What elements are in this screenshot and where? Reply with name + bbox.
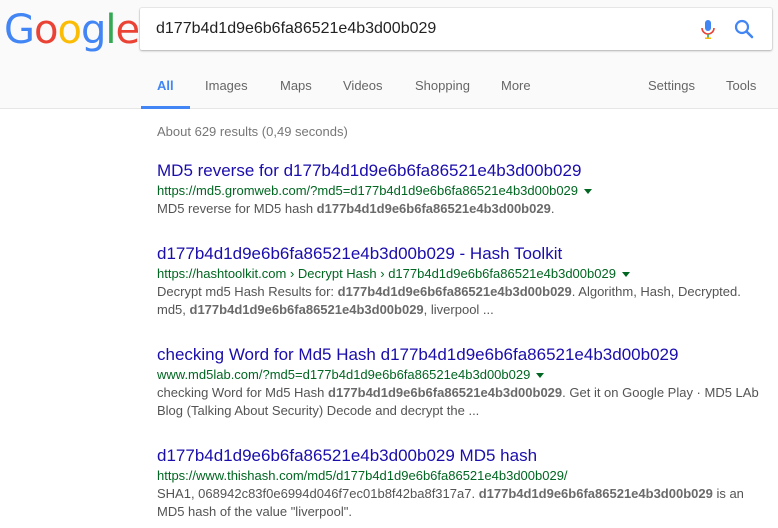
result-title-link[interactable]: d177b4d1d9e6b6fa86521e4b3d00b029 - Hash … (157, 243, 767, 265)
magnifier-icon[interactable] (732, 17, 756, 41)
logo-letter: g (80, 7, 106, 53)
dropdown-caret-icon[interactable] (621, 272, 630, 278)
search-result: d177b4d1d9e6b6fa86521e4b3d00b029 - Hash … (157, 243, 767, 319)
result-stats: About 629 results (0,49 seconds) (157, 124, 348, 139)
tab-all[interactable]: All (141, 78, 189, 109)
result-url-text[interactable]: https://www.thishash.com/md5/d177b4d1d9e… (157, 468, 568, 483)
search-tabs: All Images Maps Videos Shopping More Set… (0, 70, 778, 109)
search-result: MD5 reverse for d177b4d1d9e6b6fa86521e4b… (157, 160, 767, 218)
snippet-text: SHA1, 068942c83f0e6994d046f7ec01b8f42ba8… (157, 486, 479, 501)
google-logo[interactable]: Google (4, 6, 140, 54)
result-snippet: SHA1, 068942c83f0e6994d046f7ec01b8f42ba8… (157, 485, 767, 521)
tab-settings[interactable]: Settings (648, 78, 695, 108)
tab-more[interactable]: More (501, 78, 531, 108)
result-url: https://hashtoolkit.com › Decrypt Hash ›… (157, 265, 767, 283)
snippet-bold: d177b4d1d9e6b6fa86521e4b3d00b029 (316, 201, 551, 216)
snippet-text: , liverpool ... (423, 302, 494, 317)
snippet-text: Decrypt md5 Hash Results for: (157, 284, 338, 299)
snippet-bold: d177b4d1d9e6b6fa86521e4b3d00b029 (189, 302, 424, 317)
dropdown-caret-icon[interactable] (536, 373, 545, 379)
result-title-link[interactable]: checking Word for Md5 Hash d177b4d1d9e6b… (157, 344, 767, 366)
result-url: https://www.thishash.com/md5/d177b4d1d9e… (157, 467, 767, 485)
result-snippet: MD5 reverse for MD5 hash d177b4d1d9e6b6f… (157, 200, 767, 218)
search-input[interactable] (156, 8, 676, 50)
result-snippet: Decrypt md5 Hash Results for: d177b4d1d9… (157, 283, 767, 319)
result-title-link[interactable]: MD5 reverse for d177b4d1d9e6b6fa86521e4b… (157, 160, 767, 182)
search-result: d177b4d1d9e6b6fa86521e4b3d00b029 MD5 has… (157, 445, 767, 521)
tab-shopping[interactable]: Shopping (415, 78, 470, 108)
header-bar: Google All Images Maps Videos Shopping M… (0, 0, 778, 109)
tab-tools[interactable]: Tools (726, 78, 756, 108)
result-url-text[interactable]: https://md5.gromweb.com/?md5=d177b4d1d9e… (157, 183, 578, 198)
logo-letter: o (57, 7, 82, 53)
result-url: www.md5lab.com/?md5=d177b4d1d9e6b6fa8652… (157, 366, 767, 384)
result-url-text[interactable]: https://hashtoolkit.com › Decrypt Hash ›… (157, 266, 616, 281)
result-snippet: checking Word for Md5 Hash d177b4d1d9e6b… (157, 384, 767, 420)
snippet-bold: d177b4d1d9e6b6fa86521e4b3d00b029 (337, 284, 572, 299)
logo-letter: G (4, 7, 35, 53)
dropdown-caret-icon[interactable] (584, 189, 593, 195)
result-url-text[interactable]: www.md5lab.com/?md5=d177b4d1d9e6b6fa8652… (157, 367, 530, 382)
search-box (140, 8, 772, 50)
snippet-bold: d177b4d1d9e6b6fa86521e4b3d00b029 (478, 486, 713, 501)
tab-maps[interactable]: Maps (280, 78, 312, 108)
result-url: https://md5.gromweb.com/?md5=d177b4d1d9e… (157, 182, 767, 200)
logo-letter: e (115, 7, 140, 53)
snippet-bold: d177b4d1d9e6b6fa86521e4b3d00b029 (328, 385, 563, 400)
tab-videos[interactable]: Videos (343, 78, 383, 108)
microphone-icon[interactable] (696, 17, 720, 41)
logo-letter: l (105, 7, 116, 53)
snippet-text: MD5 reverse for MD5 hash (157, 201, 317, 216)
snippet-text: . (550, 201, 555, 216)
logo-letter: o (34, 7, 59, 53)
snippet-text: checking Word for Md5 Hash (157, 385, 328, 400)
tab-images[interactable]: Images (205, 78, 248, 108)
search-result: checking Word for Md5 Hash d177b4d1d9e6b… (157, 344, 767, 420)
result-title-link[interactable]: d177b4d1d9e6b6fa86521e4b3d00b029 MD5 has… (157, 445, 767, 467)
